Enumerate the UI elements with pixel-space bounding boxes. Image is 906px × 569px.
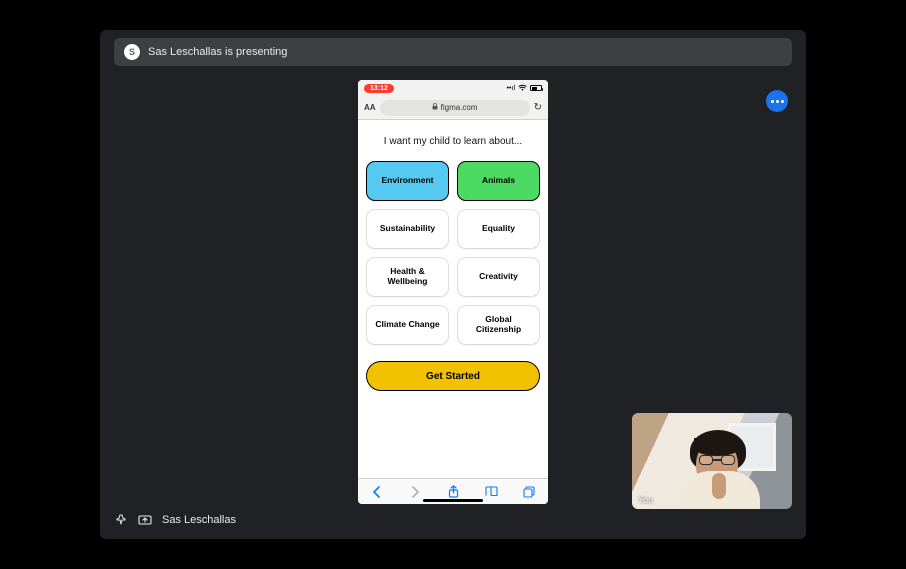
recording-time-pill: 13:12 (364, 84, 394, 93)
wifi-icon (518, 84, 527, 93)
presenting-banner: S Sas Leschallas is presenting (114, 38, 792, 66)
address-field[interactable]: figma.com (380, 100, 530, 116)
footer-presenter-name: Sas Leschallas (162, 514, 236, 526)
get-started-button[interactable]: Get Started (366, 361, 540, 391)
text-size-button[interactable]: AA (364, 103, 376, 112)
ios-status-bar: 13:12 ••ıl (358, 80, 548, 96)
topic-tile-creativity[interactable]: Creativity (457, 257, 540, 297)
safari-url-bar: AA figma.com ↻ (358, 96, 548, 120)
topic-tile-health-wellbeing[interactable]: Health & Wellbeing (366, 257, 449, 297)
topic-tile-equality[interactable]: Equality (457, 209, 540, 249)
topic-tile-environment[interactable]: Environment (366, 161, 449, 201)
tabs-button[interactable] (520, 483, 538, 501)
meet-stage: S Sas Leschallas is presenting 13:12 ••ı… (100, 30, 806, 539)
more-options-button[interactable] (766, 90, 788, 112)
person-hand (712, 473, 726, 499)
forward-button[interactable] (406, 483, 424, 501)
page-heading: I want my child to learn about... (384, 136, 522, 147)
person-glasses (699, 455, 735, 465)
self-label: You (638, 495, 653, 505)
presentation-footer: Sas Leschallas (114, 513, 236, 527)
topic-tile-animals[interactable]: Animals (457, 161, 540, 201)
bookmarks-button[interactable] (482, 483, 500, 501)
home-indicator (423, 499, 483, 502)
present-to-all-icon[interactable] (138, 513, 152, 527)
topic-tile-climate-change[interactable]: Climate Change (366, 305, 449, 345)
back-button[interactable] (368, 483, 386, 501)
topic-grid: Environment Animals Sustainability Equal… (366, 161, 540, 345)
battery-icon (530, 85, 542, 91)
share-button[interactable] (444, 483, 462, 501)
presenter-avatar: S (124, 44, 140, 60)
signal-icon: ••ıl (507, 85, 515, 92)
shared-screen-phone: 13:12 ••ıl AA figma.com ↻ I want my chil… (358, 80, 548, 504)
reload-button[interactable]: ↻ (534, 102, 542, 113)
lock-icon (432, 103, 438, 112)
person-bangs (694, 438, 740, 456)
status-icons: ••ıl (507, 84, 542, 93)
prototype-page: I want my child to learn about... Enviro… (358, 120, 548, 478)
safari-toolbar (358, 478, 548, 504)
presenting-text: Sas Leschallas is presenting (148, 46, 287, 58)
self-video-tile[interactable]: You (632, 413, 792, 509)
topic-tile-sustainability[interactable]: Sustainability (366, 209, 449, 249)
topic-tile-global-citizenship[interactable]: Global Citizenship (457, 305, 540, 345)
pin-icon[interactable] (114, 513, 128, 527)
url-domain: figma.com (441, 103, 478, 112)
